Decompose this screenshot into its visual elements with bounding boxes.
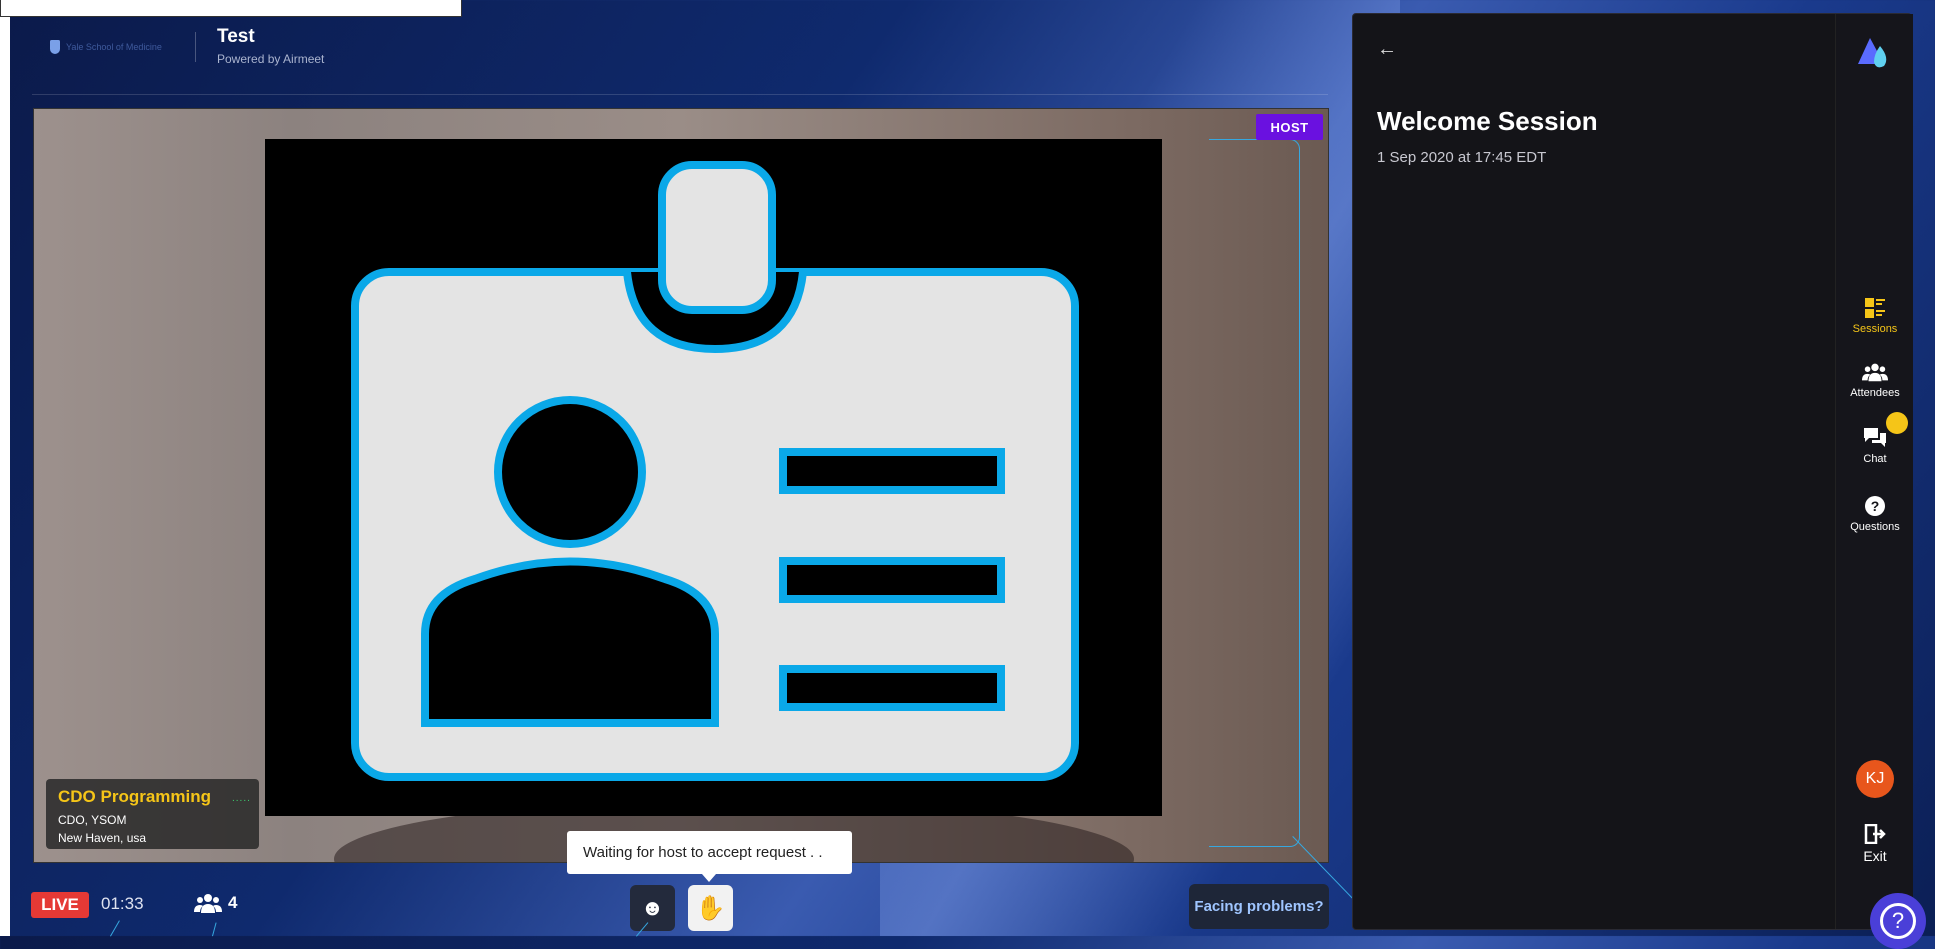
rail-item-sessions[interactable]: Sessions (1836, 297, 1914, 335)
rail-label: Sessions (1852, 323, 1898, 335)
hand-icon: ✋ (695, 894, 726, 922)
connector-line (110, 920, 120, 937)
help-icon: ? (1880, 903, 1916, 939)
chat-icon (1864, 428, 1886, 447)
rail-label: Questions (1850, 521, 1900, 533)
svg-text:?: ? (1871, 498, 1880, 514)
tooltip-arrow (702, 874, 716, 882)
live-badge: LIVE (31, 892, 89, 918)
airmeet-logo-icon[interactable] (1856, 34, 1892, 70)
facing-problems-button[interactable]: Facing problems? (1189, 884, 1329, 929)
exit-icon (1864, 824, 1886, 844)
rail-item-chat[interactable]: Chat (1836, 427, 1914, 465)
exit-button[interactable]: Exit (1836, 824, 1914, 864)
left-edge (0, 0, 10, 936)
chat-notification-dot (1886, 412, 1908, 434)
session-panel: ← Welcome Session 1 Sep 2020 at 17:45 ED… (1352, 13, 1913, 930)
crest-icon (50, 40, 60, 54)
video-stage: HOST CDO Programming ..... CDO, YSOM New… (33, 108, 1329, 863)
avatar[interactable]: KJ (1856, 760, 1894, 798)
rail-item-questions[interactable]: ? Questions (1836, 495, 1914, 533)
event-title: Test (217, 26, 255, 47)
side-nav-rail: Sessions Attendees Chat ? Questions KJ E… (1835, 14, 1913, 929)
help-button[interactable]: ? (1870, 893, 1926, 949)
powered-by-text: Powered by Airmeet (217, 52, 325, 66)
speaker-name-card: CDO Programming ..... CDO, YSOM New Have… (46, 779, 259, 849)
emoji-reaction-button[interactable]: ☻ (630, 885, 675, 931)
smiley-icon: ☻ (640, 895, 665, 920)
id-card-icon (351, 161, 1079, 781)
back-arrow-icon[interactable]: ← (1377, 38, 1397, 61)
questions-icon: ? (1865, 496, 1885, 516)
exit-label: Exit (1863, 848, 1887, 864)
speaker-title: CDO, YSOM (58, 813, 127, 827)
brand-text: Yale School of Medicine (66, 42, 162, 52)
host-badge: HOST (1256, 114, 1323, 140)
speaker-location: New Haven, usa (58, 831, 147, 845)
rail-label: Chat (1863, 453, 1887, 465)
sessions-icon (1865, 298, 1885, 318)
rail-label: Attendees (1850, 387, 1900, 399)
rail-item-attendees[interactable]: Attendees (1836, 361, 1914, 399)
attendee-count-value: 4 (228, 893, 238, 912)
attendee-count[interactable]: 4 (194, 892, 237, 914)
top-overlay-box (0, 0, 462, 17)
people-icon (194, 894, 222, 913)
session-title: Welcome Session (1377, 106, 1598, 136)
connector-line (212, 922, 217, 937)
header-divider (195, 32, 196, 62)
stage-bracket (1209, 139, 1300, 847)
shared-screen (265, 139, 1162, 816)
raise-hand-button[interactable]: ✋ (688, 885, 733, 931)
session-date: 1 Sep 2020 at 17:45 EDT (1377, 149, 1547, 166)
header-rule (32, 94, 1328, 95)
brand-logo[interactable]: Yale School of Medicine (50, 34, 162, 60)
attendees-icon (1862, 363, 1888, 382)
session-details: ← Welcome Session 1 Sep 2020 at 17:45 ED… (1353, 14, 1835, 929)
audio-level-indicator: ..... (232, 793, 251, 804)
session-timer: 01:33 (101, 894, 144, 913)
speaker-name: CDO Programming (58, 787, 212, 806)
raise-hand-tooltip: Waiting for host to accept request . . (567, 831, 852, 874)
